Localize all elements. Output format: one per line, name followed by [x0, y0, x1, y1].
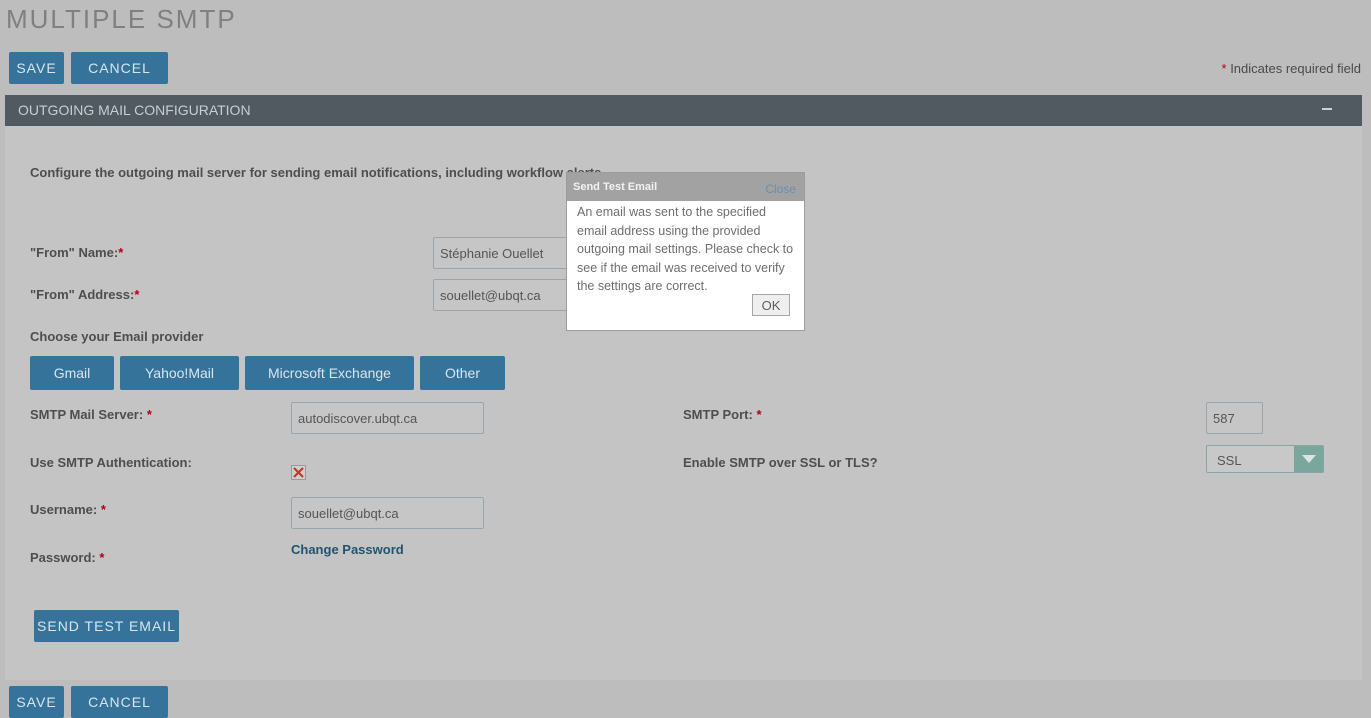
- from-name-label: "From" Name:*: [30, 245, 123, 260]
- from-name-label-text: "From" Name:: [30, 245, 119, 260]
- required-star: *: [99, 550, 105, 565]
- ssl-label: Enable SMTP over SSL or TLS?: [683, 455, 878, 470]
- dialog-message: An email was sent to the specified email…: [577, 205, 794, 293]
- required-star: *: [134, 287, 140, 302]
- provider-exchange-button[interactable]: Microsoft Exchange: [245, 356, 414, 390]
- dialog-ok-button[interactable]: OK: [752, 294, 790, 316]
- password-label: Password: *: [30, 550, 104, 565]
- page-title: MULTIPLE SMTP: [6, 4, 237, 34]
- save-button-top[interactable]: SAVE: [9, 52, 64, 84]
- smtp-port-label-text: SMTP Port:: [683, 407, 753, 422]
- required-field-note: * Indicates required field: [1222, 61, 1362, 76]
- smtp-server-label: SMTP Mail Server: *: [30, 407, 152, 422]
- provider-label: Choose your Email provider: [30, 329, 204, 344]
- cancel-button-bottom[interactable]: CANCEL: [71, 686, 168, 718]
- smtp-server-field[interactable]: autodiscover.ubqt.ca: [291, 402, 484, 434]
- provider-gmail-button[interactable]: Gmail: [30, 356, 114, 390]
- smtp-port-label: SMTP Port: *: [683, 407, 762, 422]
- password-label-text: Password:: [30, 550, 96, 565]
- checked-x-icon: [293, 467, 304, 478]
- provider-other-button[interactable]: Other: [420, 356, 505, 390]
- select-arrow[interactable]: [1294, 446, 1323, 472]
- dialog-title: Send Test Email: [573, 181, 658, 193]
- required-star: *: [100, 502, 106, 517]
- send-test-email-button[interactable]: SEND TEST EMAIL: [34, 610, 179, 642]
- collapse-icon[interactable]: [1322, 108, 1332, 110]
- change-password-link[interactable]: Change Password: [291, 542, 404, 557]
- from-address-label-text: "From" Address:: [30, 287, 135, 302]
- save-button-bottom[interactable]: SAVE: [9, 686, 64, 718]
- dialog-close-link[interactable]: Close: [765, 182, 796, 196]
- panel-title: OUTGOING MAIL CONFIGURATION: [18, 102, 251, 118]
- send-test-email-dialog: Send Test Email Close An email was sent …: [566, 172, 805, 331]
- provider-yahoo-button[interactable]: Yahoo!Mail: [120, 356, 239, 390]
- required-star: *: [1221, 61, 1227, 76]
- dialog-header: Send Test Email Close: [567, 173, 804, 201]
- ssl-select-value: SSL: [1217, 453, 1242, 468]
- required-star: *: [146, 407, 152, 422]
- username-label-text: Username:: [30, 502, 98, 517]
- required-note-text: Indicates required field: [1230, 61, 1361, 76]
- ssl-select[interactable]: SSL: [1206, 445, 1324, 473]
- required-star: *: [118, 245, 124, 260]
- smtp-server-label-text: SMTP Mail Server:: [30, 407, 144, 422]
- from-address-field[interactable]: souellet@ubqt.ca: [433, 279, 573, 311]
- panel-description: Configure the outgoing mail server for s…: [30, 165, 605, 180]
- username-label: Username: *: [30, 502, 106, 517]
- from-name-field[interactable]: Stéphanie Ouellet: [433, 237, 573, 269]
- chevron-down-icon: [1302, 455, 1316, 463]
- smtp-port-field[interactable]: 587: [1206, 402, 1263, 434]
- smtp-auth-checkbox[interactable]: [291, 465, 306, 480]
- username-field[interactable]: souellet@ubqt.ca: [291, 497, 484, 529]
- required-star: *: [756, 407, 762, 422]
- cancel-button-top[interactable]: CANCEL: [71, 52, 168, 84]
- smtp-auth-label: Use SMTP Authentication:: [30, 455, 192, 470]
- from-address-label: "From" Address:*: [30, 287, 139, 302]
- panel-header[interactable]: OUTGOING MAIL CONFIGURATION: [5, 95, 1362, 126]
